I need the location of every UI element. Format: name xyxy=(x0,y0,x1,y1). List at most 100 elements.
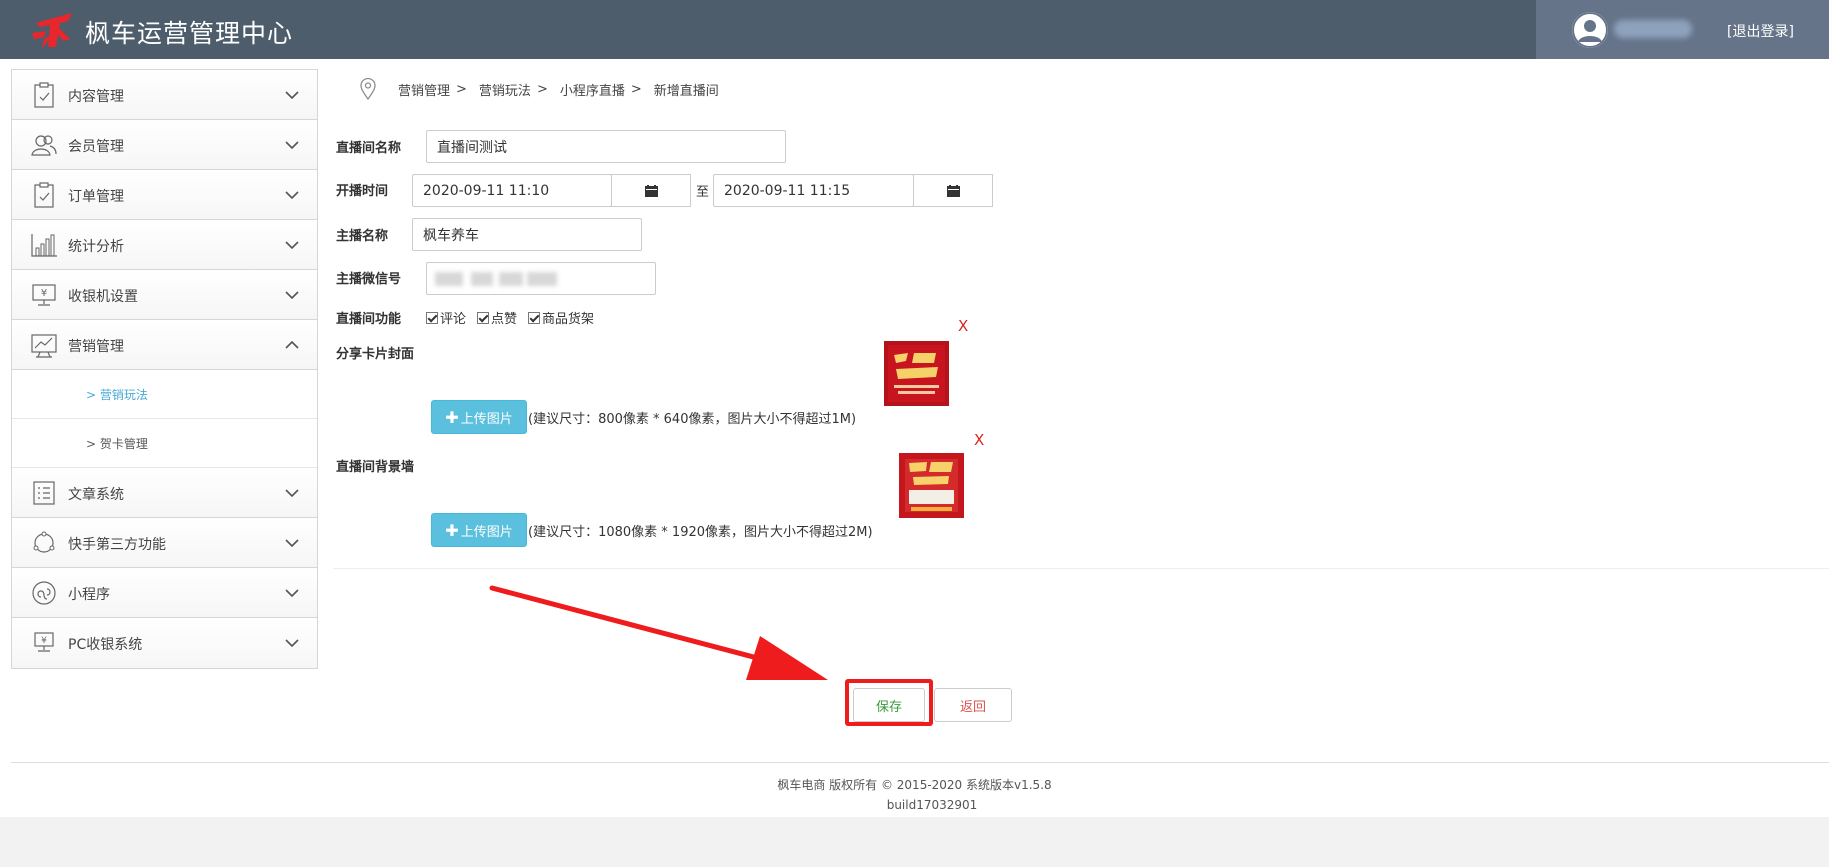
trend-chart-icon xyxy=(31,334,57,358)
chevron-down-icon xyxy=(285,539,299,548)
sidebar-item-label: 订单管理 xyxy=(68,189,124,205)
remove-share-cover-button[interactable]: X xyxy=(958,317,968,335)
upload-share-cover-button[interactable]: ✚ 上传图片 xyxy=(431,400,527,434)
clipboard-check-icon xyxy=(34,82,54,108)
sidebar-item-kuaishou[interactable]: 快手第三方功能 xyxy=(12,518,317,568)
checkbox-label: 商品货架 xyxy=(542,312,595,327)
sidebar-item-label: 快手第三方功能 xyxy=(68,537,166,553)
cycle-icon xyxy=(33,531,55,553)
form-divider xyxy=(333,568,1829,569)
svg-text:¥: ¥ xyxy=(41,636,47,646)
sidebar-item-orders[interactable]: 订单管理 xyxy=(12,170,317,220)
top-header: 枫车运营管理中心 [退出登录] xyxy=(0,0,1829,59)
pc-cash-icon: ¥ xyxy=(34,632,54,652)
breadcrumb-item[interactable]: 营销管理 xyxy=(398,80,450,99)
end-time-input[interactable] xyxy=(713,174,914,207)
sidebar-item-label: 会员管理 xyxy=(68,139,124,155)
feature-shelf-checkbox[interactable]: 商品货架 xyxy=(528,308,594,327)
checkbox-checked-icon xyxy=(426,311,438,324)
redacted-value xyxy=(471,272,493,286)
upload-background-button[interactable]: ✚ 上传图片 xyxy=(431,513,527,547)
sidebar-subitem-greeting-cards[interactable]: > 贺卡管理 xyxy=(12,419,317,468)
room-name-label: 直播间名称 xyxy=(336,141,402,156)
breadcrumb-separator: > xyxy=(456,81,467,97)
chevron-down-icon xyxy=(285,489,299,498)
to-separator: 至 xyxy=(696,185,710,200)
feature-like-checkbox[interactable]: 点赞 xyxy=(477,308,517,327)
breadcrumb-separator: > xyxy=(630,81,642,97)
background-thumbnail[interactable] xyxy=(899,453,964,518)
breadcrumb-item[interactable]: 营销玩法 xyxy=(479,80,531,99)
anchor-name-label: 主播名称 xyxy=(336,229,389,244)
room-name-input[interactable] xyxy=(426,130,786,163)
background-label: 直播间背景墙 xyxy=(336,460,415,475)
chevron-down-icon xyxy=(285,241,299,250)
sidebar-item-content[interactable]: 内容管理 xyxy=(12,70,317,120)
bar-chart-icon xyxy=(31,234,57,257)
cash-register-icon: ¥ xyxy=(32,284,56,306)
sidebar-subitem-label: > 营销玩法 xyxy=(86,388,148,402)
breadcrumb-separator: > xyxy=(536,81,548,97)
sidebar-item-marketing[interactable]: 营销管理 xyxy=(12,320,317,370)
logout-link[interactable]: [退出登录] xyxy=(1727,21,1794,41)
chevron-down-icon xyxy=(285,639,299,648)
users-icon xyxy=(31,135,57,156)
background-hint: (建议尺寸：1080像素 * 1920像素，图片大小不得超过2M) xyxy=(528,525,873,540)
clipboard-check-icon xyxy=(34,182,54,208)
sidebar-item-label: 营销管理 xyxy=(68,339,124,355)
redacted-value xyxy=(435,272,463,286)
end-calendar-button[interactable] xyxy=(913,174,993,207)
sidebar-item-statistics[interactable]: 统计分析 xyxy=(12,220,317,270)
back-button[interactable]: 返回 xyxy=(934,688,1012,722)
svg-text:¥: ¥ xyxy=(41,288,47,299)
footer-copyright: 枫车电商 版权所有 © 2015-2020 系统版本v1.5.8 xyxy=(777,778,1052,792)
start-time-input[interactable] xyxy=(412,174,612,207)
sidebar-item-label: 小程序 xyxy=(68,587,110,603)
plus-icon: ✚ xyxy=(445,407,459,427)
page: 枫车运营管理中心 [退出登录] 内容管理 会员管理 订单管理 统计分析 ¥ 收银… xyxy=(0,0,1829,817)
checkbox-checked-icon xyxy=(528,311,541,324)
list-icon xyxy=(33,481,55,505)
remove-background-button[interactable]: X xyxy=(974,431,984,449)
anchor-name-input[interactable] xyxy=(412,218,642,251)
feature-comment-checkbox[interactable]: 评论 xyxy=(426,308,466,327)
chevron-down-icon xyxy=(285,191,299,200)
share-cover-thumbnail[interactable] xyxy=(884,341,949,406)
sidebar-subitem-label: > 贺卡管理 xyxy=(86,437,148,451)
features-label: 直播间功能 xyxy=(336,312,402,327)
start-calendar-button[interactable] xyxy=(611,174,691,207)
chevron-down-icon xyxy=(285,291,299,300)
share-cover-hint: (建议尺寸：800像素 * 640像素，图片大小不得超过1M) xyxy=(528,412,857,427)
user-name-redacted xyxy=(1614,20,1692,38)
user-icon xyxy=(1572,12,1608,48)
breadcrumb: 营销管理 > 营销玩法 > 小程序直播 > 新增直播间 xyxy=(360,78,725,100)
chevron-down-icon xyxy=(285,589,299,598)
checkbox-label: 评论 xyxy=(440,312,467,327)
sidebar-item-label: 内容管理 xyxy=(68,89,124,105)
sidebar-item-pc-cash[interactable]: ¥ PC收银系统 xyxy=(12,618,317,668)
sidebar-item-articles[interactable]: 文章系统 xyxy=(12,468,317,518)
sidebar-item-members[interactable]: 会员管理 xyxy=(12,120,317,170)
breadcrumb-current: 新增直播间 xyxy=(653,83,719,99)
user-area: [退出登录] xyxy=(1536,0,1829,59)
sidebar-item-mini-program[interactable]: 小程序 xyxy=(12,568,317,618)
plus-icon: ✚ xyxy=(445,520,459,540)
sidebar-subitem-marketing-play[interactable]: > 营销玩法 xyxy=(12,370,317,419)
chevron-down-icon xyxy=(285,91,299,100)
redacted-value xyxy=(527,272,557,286)
upload-button-label: 上传图片 xyxy=(460,411,513,427)
sidebar-item-cash-register[interactable]: ¥ 收银机设置 xyxy=(12,270,317,320)
anchor-wechat-input[interactable] xyxy=(426,262,656,295)
avatar[interactable] xyxy=(1572,12,1608,48)
location-pin-icon xyxy=(360,78,376,100)
calendar-icon xyxy=(645,185,658,197)
calendar-icon xyxy=(947,185,960,197)
chevron-down-icon xyxy=(285,141,299,150)
checkbox-checked-icon xyxy=(477,311,490,324)
sidebar: 内容管理 会员管理 订单管理 统计分析 ¥ 收银机设置 营销管理 > 营销玩法 … xyxy=(11,69,318,669)
upload-button-label: 上传图片 xyxy=(460,524,513,540)
features-checkbox-group: 评论 点赞 商品货架 xyxy=(426,308,605,327)
footer-build: build17032901 xyxy=(886,798,978,812)
breadcrumb-item[interactable]: 小程序直播 xyxy=(560,80,625,99)
annotation-arrow-icon xyxy=(489,585,828,680)
